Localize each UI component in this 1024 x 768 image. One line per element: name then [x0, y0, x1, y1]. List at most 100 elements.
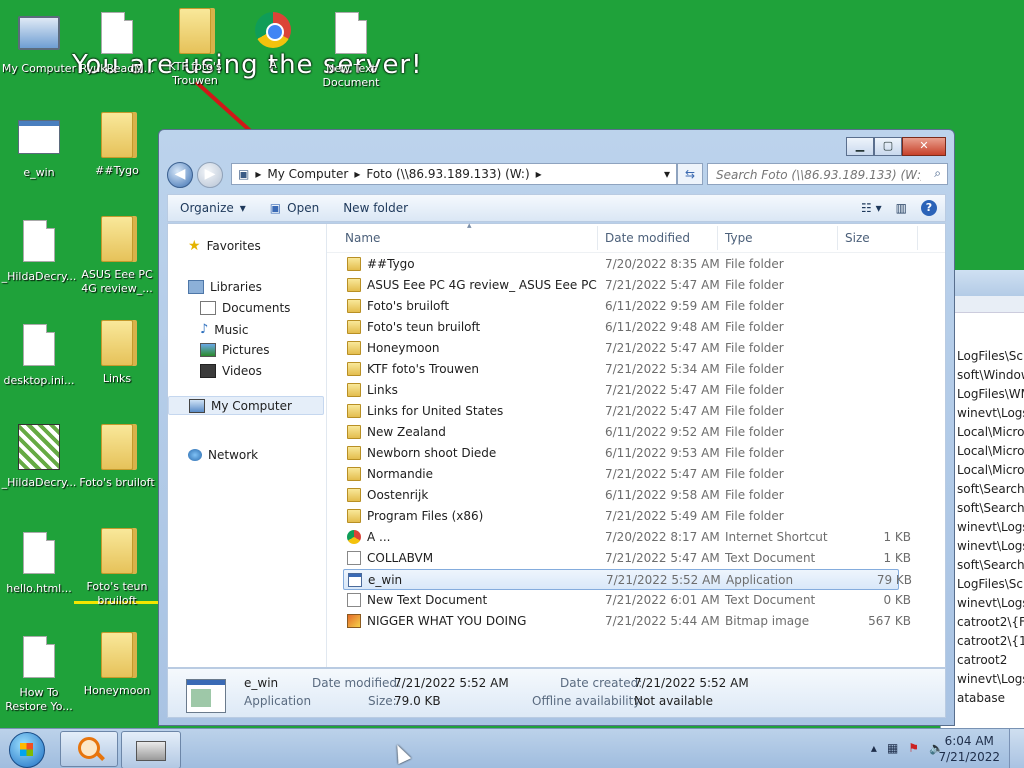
file-row[interactable]: Foto's teun bruiloft 6/11/2022 9:48 AM Fil…	[343, 317, 899, 338]
refresh-button[interactable]: ⇆	[677, 163, 703, 185]
navigation-bar: ◀ ▶ ▣ ▸ My Computer ▸ Foto (\\86.93.189.…	[167, 160, 948, 188]
background-window-line: Local\Micros	[957, 444, 1024, 458]
file-row[interactable]: e_win 7/21/2022 5:52 AM Application 79 KB	[343, 569, 912, 590]
folder-icon	[347, 467, 361, 481]
column-separator[interactable]	[717, 226, 718, 250]
back-button[interactable]: ◀	[167, 162, 193, 188]
desktop-icon-a[interactable]: A	[234, 8, 312, 72]
taskbar-network-drive[interactable]	[121, 731, 181, 768]
desktop-icon-links[interactable]: Links	[78, 320, 156, 386]
nav-favorites[interactable]: ★ Favorites	[188, 238, 261, 254]
nav-label: Network	[208, 448, 259, 462]
desktop-icon-asus[interactable]: ASUS Eee PC 4G review_...	[78, 216, 156, 296]
file-row[interactable]: COLLABVM 7/21/2022 5:47 AM Text Document 1 …	[343, 548, 911, 569]
organize-label: Organize	[180, 201, 234, 215]
column-header-date[interactable]: Date modified	[605, 231, 690, 245]
desktop-icon-ktf-fotos[interactable]: KTF foto's Trouwen	[156, 8, 234, 88]
file-row[interactable]: New Text Document 7/21/2022 6:01 AM Text D…	[343, 590, 911, 611]
desktop-icon-desktop-ini[interactable]: desktop.ini...	[0, 322, 78, 388]
file-row[interactable]: Links for United States 7/21/2022 5:47 AM…	[343, 401, 899, 422]
desktop-icon-tygo[interactable]: ##Tygo	[78, 112, 156, 178]
background-window-line: Local\Micros	[957, 425, 1024, 439]
column-separator[interactable]	[837, 226, 838, 250]
details-name: e_win	[244, 676, 279, 690]
background-window-line: soft\Search\D	[957, 558, 1024, 572]
desktop-icon-hilda-1[interactable]: _HildaDecry...	[0, 218, 78, 284]
preview-pane-icon[interactable]: ▥	[896, 201, 907, 215]
action-center-icon[interactable]: ⚑	[908, 741, 919, 755]
file-row[interactable]: New Zealand 6/11/2022 9:52 AM File folder	[343, 422, 899, 443]
view-options-icon[interactable]: ☷ ▾	[861, 201, 882, 215]
organize-button[interactable]: Organize ▾	[168, 201, 258, 215]
desktop-icon-honeymoon[interactable]: Honeymoon	[78, 632, 156, 698]
nav-pictures[interactable]: Pictures	[200, 343, 270, 357]
chevron-up-icon[interactable]: ▴	[871, 741, 877, 755]
forward-button[interactable]: ▶	[197, 162, 223, 188]
folder-icon	[101, 528, 133, 574]
taskbar: ▴ ▦ ⚑ 🔈 6:04 AM 7/21/2022	[0, 728, 1024, 768]
file-row[interactable]: A ... 7/20/2022 8:17 AM Internet Shortcut 1…	[343, 527, 911, 548]
nav-documents[interactable]: Documents	[200, 301, 290, 315]
explorer-window[interactable]: ▁ ▢ ✕ ◀ ▶ ▣ ▸ My Computer ▸ Foto (\\86.9…	[158, 129, 955, 726]
column-separator[interactable]	[597, 226, 598, 250]
column-header-size[interactable]: Size	[845, 231, 870, 245]
file-row[interactable]: KTF foto's Trouwen 7/21/2022 5:34 AM File …	[343, 359, 899, 380]
column-separator[interactable]	[917, 226, 918, 250]
desktop-icon-hilda-2[interactable]: _HildaDecry...	[0, 424, 78, 490]
file-date: 7/21/2022 5:47 AM	[605, 383, 720, 397]
file-row[interactable]: ASUS Eee PC 4G review_ ASUS Eee PC 4G ..…	[343, 275, 899, 296]
file-row[interactable]: NIGGER WHAT YOU DOING 7/21/2022 5:44 AM Bi…	[343, 611, 911, 632]
network-tray-icon[interactable]: ▦	[887, 741, 898, 755]
close-button[interactable]: ✕	[902, 137, 946, 156]
desktop-icon-label: ##Tygo	[95, 164, 139, 177]
application-thumbnail-icon	[186, 679, 226, 713]
search-box[interactable]: ⌕	[707, 163, 948, 185]
desktop-icon-fotos-bruiloft[interactable]: Foto's bruiloft	[78, 424, 156, 490]
background-window-line: LogFiles\Scm	[957, 577, 1024, 591]
folder-icon	[347, 257, 361, 271]
nav-network[interactable]: Network	[188, 448, 258, 462]
file-type: File folder	[725, 509, 784, 523]
maximize-button[interactable]: ▢	[874, 137, 902, 156]
nav-music[interactable]: ♪ Music	[200, 322, 248, 337]
file-row[interactable]: Oostenrijk 6/11/2022 9:58 AM File folder	[343, 485, 899, 506]
show-desktop-button[interactable]	[1009, 729, 1024, 768]
file-row[interactable]: ##Tygo 7/20/2022 8:35 AM File folder	[343, 254, 899, 275]
chevron-down-icon[interactable]: ▾	[664, 167, 670, 181]
background-window-line: winevt\Logs	[957, 520, 1024, 534]
desktop-icon-fotos-teun[interactable]: Foto's teun bruiloft	[78, 528, 156, 608]
nav-my-computer[interactable]: My Computer	[168, 396, 324, 415]
search-input[interactable]	[714, 165, 923, 185]
text-icon	[347, 551, 361, 565]
desktop-icon-e-win[interactable]: e_win	[0, 114, 78, 180]
minimize-button[interactable]: ▁	[846, 137, 874, 156]
taskbar-search-app[interactable]	[60, 731, 118, 767]
file-row[interactable]: Program Files (x86) 7/21/2022 5:49 AM File…	[343, 506, 899, 527]
file-row[interactable]: Newborn shoot Diede 6/11/2022 9:53 AM File…	[343, 443, 899, 464]
nav-libraries[interactable]: Libraries	[188, 280, 262, 294]
background-window-line: Local\Micros	[957, 463, 1024, 477]
file-type: File folder	[725, 320, 784, 334]
search-icon[interactable]: ⌕	[934, 166, 941, 181]
breadcrumb-my-computer[interactable]: My Computer	[267, 167, 348, 181]
desktop-icon-how-to-restore[interactable]: How To Restore Yo...	[0, 634, 78, 714]
desktop-icon-new-text-document[interactable]: New Text Document	[312, 10, 390, 90]
desktop-icon-hello-html[interactable]: hello.html...	[0, 530, 78, 596]
column-header-name[interactable]: Name	[345, 231, 380, 245]
desktop-icon-label: _HildaDecry...	[1, 270, 77, 283]
breadcrumb-foto-drive[interactable]: Foto (\\86.93.189.133) (W:)	[366, 167, 529, 181]
file-row[interactable]: Normandie 7/21/2022 5:47 AM File folder	[343, 464, 899, 485]
start-button[interactable]	[2, 730, 52, 768]
help-icon[interactable]: ?	[921, 200, 937, 216]
column-header-type[interactable]: Type	[725, 231, 753, 245]
file-row[interactable]: Links 7/21/2022 5:47 AM File folder	[343, 380, 899, 401]
clock[interactable]: 6:04 AM 7/21/2022	[938, 733, 1000, 765]
file-row[interactable]: Honeymoon 7/21/2022 5:47 AM File folder	[343, 338, 899, 359]
file-row[interactable]: Foto's bruiloft 6/11/2022 9:59 AM File fol…	[343, 296, 899, 317]
new-folder-button[interactable]: New folder	[331, 201, 420, 215]
nav-videos[interactable]: Videos	[200, 364, 262, 378]
open-button[interactable]: ▣ Open	[258, 201, 331, 215]
address-bar[interactable]: ▣ ▸ My Computer ▸ Foto (\\86.93.189.133)…	[231, 163, 677, 185]
desktop-icon-ryukreadme[interactable]: RyukReadM...	[78, 10, 156, 76]
desktop-icon-my-computer[interactable]: My Computer	[0, 10, 78, 76]
